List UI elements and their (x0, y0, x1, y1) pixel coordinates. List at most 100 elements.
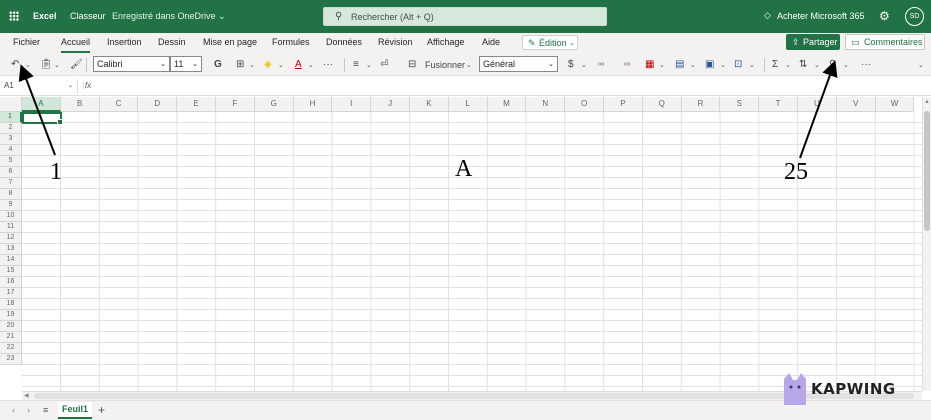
row-header-19[interactable]: 19 (0, 310, 22, 321)
column-header-p[interactable]: P (604, 97, 643, 112)
column-header-d[interactable]: D (138, 97, 178, 112)
row-header-17[interactable]: 17 (0, 288, 22, 299)
document-name[interactable]: Classeur (70, 11, 106, 21)
more-options-icon[interactable]: ··· (861, 59, 871, 70)
borders-dropdown-icon[interactable]: ⌄ (249, 61, 255, 69)
row-header-21[interactable]: 21 (0, 332, 22, 343)
font-color-icon[interactable]: A (295, 59, 302, 70)
fx-icon[interactable]: fx (85, 81, 91, 90)
wrap-text-icon[interactable]: ⏎ (380, 59, 388, 70)
scroll-left-icon[interactable]: ◀ (24, 392, 29, 399)
column-header-v[interactable]: V (836, 97, 876, 112)
vertical-scroll-thumb[interactable] (924, 111, 930, 231)
tab-formules[interactable]: Formules (272, 37, 310, 47)
row-header-1[interactable]: 1 (0, 112, 22, 123)
tab-mise-en-page[interactable]: Mise en page (203, 37, 257, 47)
font-color-dropdown-icon[interactable]: ⌄ (308, 61, 314, 69)
row-header-18[interactable]: 18 (0, 299, 22, 310)
search-input[interactable]: ⚲ Rechercher (Alt + Q) (323, 7, 607, 26)
app-name[interactable]: Excel (33, 11, 57, 21)
column-header-w[interactable]: W (875, 97, 915, 112)
row-header-16[interactable]: 16 (0, 277, 22, 288)
row-header-9[interactable]: 9 (0, 200, 22, 211)
avatar[interactable]: SD (905, 7, 924, 26)
tab-aide[interactable]: Aide (482, 37, 500, 47)
row-header-8[interactable]: 8 (0, 189, 22, 200)
cell-styles-icon[interactable]: ▣ (705, 59, 714, 70)
column-header-u[interactable]: U (798, 97, 837, 112)
find-search-icon[interactable]: ⚲ (829, 59, 836, 70)
paste-dropdown-icon[interactable]: ⌄ (54, 61, 60, 69)
format-as-table-icon[interactable]: ▤ (675, 59, 684, 70)
active-cell-a1[interactable] (22, 112, 63, 125)
number-format-select[interactable]: Général ⌄ (479, 56, 558, 72)
find-dropdown-icon[interactable]: ⌄ (843, 61, 849, 69)
row-header-20[interactable]: 20 (0, 321, 22, 332)
next-sheet-icon[interactable]: › (27, 405, 30, 415)
formula-input[interactable] (98, 80, 918, 93)
bold-button[interactable]: G (214, 59, 222, 70)
column-header-k[interactable]: K (410, 97, 449, 112)
row-header-2[interactable]: 2 (0, 123, 22, 134)
row-header-12[interactable]: 12 (0, 233, 22, 244)
sheet-tab-feuil1[interactable]: Feuil1 (58, 402, 92, 419)
align-icon[interactable]: ≡ (353, 59, 359, 70)
gear-icon[interactable]: ⚙ (879, 9, 890, 23)
row-header-3[interactable]: 3 (0, 134, 22, 145)
insert-cells-dropdown-icon[interactable]: ⌄ (749, 61, 755, 69)
column-header-l[interactable]: L (448, 97, 488, 112)
column-header-j[interactable]: J (371, 97, 410, 112)
scroll-up-icon[interactable]: ▲ (924, 99, 930, 105)
cell-area[interactable] (22, 112, 922, 391)
row-header-14[interactable]: 14 (0, 255, 22, 266)
comments-button[interactable]: ▭ Commentaires (845, 34, 925, 50)
buy-microsoft-365-link[interactable]: Acheter Microsoft 365 (777, 11, 865, 21)
column-header-g[interactable]: G (254, 97, 294, 112)
all-sheets-icon[interactable]: ≡ (43, 405, 48, 415)
row-header-4[interactable]: 4 (0, 145, 22, 156)
fill-color-icon[interactable]: ◈ (264, 59, 272, 70)
format-as-table-dropdown-icon[interactable]: ⌄ (690, 61, 696, 69)
merge-dropdown-icon[interactable]: ⌄ (466, 61, 472, 69)
app-launcher-icon[interactable] (9, 11, 19, 21)
row-header-10[interactable]: 10 (0, 211, 22, 222)
save-status[interactable]: Enregistré dans OneDrive ⌄ (112, 11, 226, 22)
edit-mode-button[interactable]: ✎ Édition ⌄ (522, 35, 578, 50)
tab-accueil[interactable]: Accueil (61, 37, 90, 47)
decrease-decimal-icon[interactable]: ⁰⁰ (624, 61, 630, 70)
tab-dessin[interactable]: Dessin (158, 37, 186, 47)
conditional-format-icon[interactable]: ▦ (645, 59, 654, 70)
tab-affichage[interactable]: Affichage (427, 37, 464, 47)
borders-icon[interactable]: ⊞ (236, 59, 244, 70)
font-name-select[interactable]: Calibri ⌄ (93, 56, 170, 72)
column-header-e[interactable]: E (177, 97, 216, 112)
format-painter-icon[interactable]: 🖌︎ (70, 59, 83, 70)
column-header-i[interactable]: I (332, 97, 372, 112)
column-header-a[interactable]: A (22, 97, 61, 112)
column-header-m[interactable]: M (487, 97, 527, 112)
prev-sheet-icon[interactable]: ‹ (12, 405, 15, 415)
name-box[interactable]: A1 ⌄ (0, 79, 78, 94)
more-font-options-icon[interactable]: ··· (323, 59, 333, 70)
undo-dropdown-icon[interactable]: ⌄ (25, 61, 31, 69)
tab-donnees[interactable]: Données (326, 37, 362, 47)
row-header-7[interactable]: 7 (0, 178, 22, 189)
row-header-23[interactable]: 23 (0, 354, 22, 365)
column-header-q[interactable]: Q (642, 97, 682, 112)
clipboard-icon[interactable]: 📋︎ (40, 59, 53, 70)
column-header-s[interactable]: S (720, 97, 760, 112)
merge-icon[interactable]: ⊟ (408, 59, 416, 70)
column-header-h[interactable]: H (293, 97, 333, 112)
select-all-corner[interactable] (0, 97, 22, 112)
expand-ribbon-icon[interactable]: ⌄ (918, 61, 924, 69)
fill-color-dropdown-icon[interactable]: ⌄ (278, 61, 284, 69)
vertical-scrollbar[interactable]: ▲ (922, 97, 931, 391)
row-header-15[interactable]: 15 (0, 266, 22, 277)
increase-decimal-icon[interactable]: ⁰⁰ (598, 61, 604, 70)
column-header-r[interactable]: R (681, 97, 721, 112)
undo-icon[interactable]: ↶ (11, 59, 19, 70)
row-header-13[interactable]: 13 (0, 244, 22, 255)
tab-insertion[interactable]: Insertion (107, 37, 142, 47)
column-header-f[interactable]: F (216, 97, 255, 112)
column-header-n[interactable]: N (526, 97, 566, 112)
